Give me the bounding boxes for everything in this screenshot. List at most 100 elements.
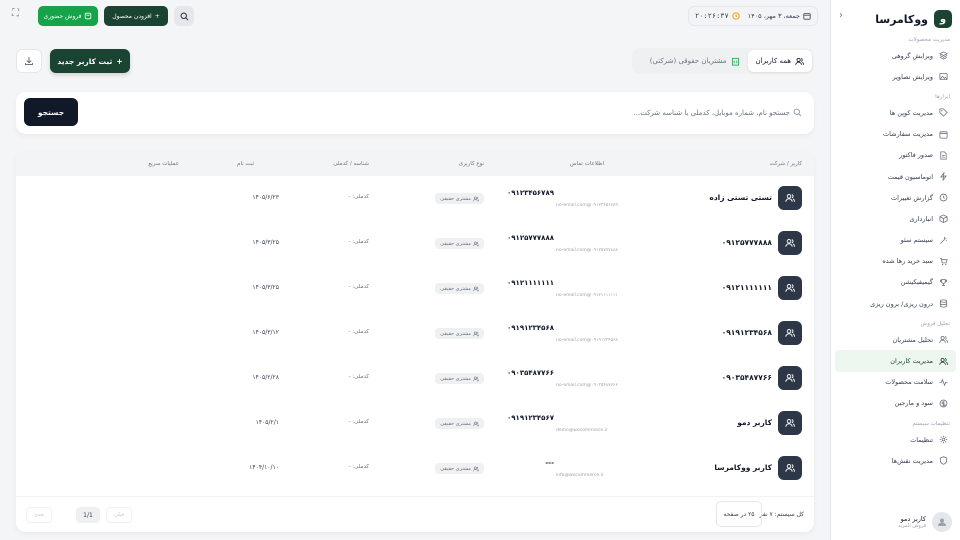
wand-icon	[939, 236, 948, 245]
user-name[interactable]: ۰۹۱۹۱۲۳۴۵۶۸	[722, 328, 772, 337]
sidebar-item[interactable]: صدور فاکتور	[831, 145, 960, 166]
new-user-button[interactable]: + ثبت کاربر جدید	[50, 49, 130, 73]
prev-page-button[interactable]: قبلی	[106, 507, 132, 523]
users-icon	[473, 376, 479, 381]
sidebar-item[interactable]: اتوماسیون قیمت	[831, 166, 960, 187]
user-avatar	[778, 411, 802, 435]
users-icon	[785, 464, 795, 472]
sidebar-item[interactable]: سود و مارجین	[831, 393, 960, 414]
user-email: no-email.com@۰۹۱۲۳۴۵۶۷۸۹	[556, 203, 618, 208]
national-id: کدملی: -	[348, 329, 369, 335]
national-id: کدملی: -	[348, 374, 369, 380]
sidebar-item-label: سود و مارجین	[894, 399, 934, 408]
col-registered: ثبت نام	[237, 161, 254, 167]
user-phone: ۰۹۰۳۵۴۸۷۷۶۶	[507, 369, 554, 377]
user-email: no-email.com@۰۹۱۲۱۱۱۱۱۱۱	[556, 293, 618, 298]
user-avatar	[778, 456, 802, 480]
tab-legal-customers[interactable]: مشتریان حقوقی (شرکتی)	[642, 50, 748, 72]
users-icon	[473, 241, 479, 246]
table-row[interactable]: کاربر ووکامرسا --- info@wocommerce.ir مشتری…	[16, 446, 814, 491]
user-tabs: همه کاربران مشتریان حقوقی (شرکتی)	[632, 48, 814, 74]
brand-name: ووکامرسا	[875, 12, 928, 26]
sidebar-item[interactable]: مدیریت کوپن ها	[831, 102, 960, 123]
users-icon	[473, 331, 479, 336]
sidebar-item-label: مدیریت کوپن ها	[889, 108, 933, 117]
user-avatar	[778, 186, 802, 210]
user-type-badge: مشتری حقیقی	[435, 283, 484, 294]
table-row[interactable]: کاربر دمو ۰۹۱۹۱۲۳۴۵۶۷ demo@wocommerce.ir مش…	[16, 401, 814, 446]
search-input[interactable]	[244, 104, 804, 122]
users-icon	[785, 419, 795, 427]
per-page-select[interactable]: ۲۵ در صفحه	[716, 501, 762, 527]
collapse-chevron-icon[interactable]: ‹	[839, 10, 843, 21]
sidebar-item[interactable]: گیمیفیکیشن	[831, 272, 960, 293]
national-id: کدملی: -	[348, 239, 369, 245]
sidebar-item[interactable]: تحلیل مشتریان	[831, 329, 960, 350]
sidebar-item-label: درون ریزی/ برون ریزی	[870, 299, 933, 308]
table-row[interactable]: ۰۹۰۳۵۴۸۷۷۶۶ ۰۹۰۳۵۴۸۷۷۶۶ no-email.com@۰۹۰۳۵…	[16, 356, 814, 401]
register-date: ۱۴۰۵/۳/۲۵	[252, 284, 279, 291]
register-date: ۱۴۰۵/۳/۱۲	[252, 329, 279, 336]
next-page-button[interactable]: بعدی	[26, 507, 52, 523]
trophy-icon	[939, 278, 948, 287]
sidebar-item[interactable]: انبارداری	[831, 208, 960, 229]
col-actions: عملیات سریع	[148, 161, 179, 167]
users-icon	[785, 374, 795, 382]
nav-group-title: مدیریت محصولات	[908, 37, 951, 43]
sidebar-item[interactable]: مدیریت نقش‌ها	[831, 450, 960, 471]
brand[interactable]: و ووکامرسا	[831, 0, 960, 30]
sidebar-item[interactable]: مدیریت کاربران	[835, 350, 956, 372]
register-date: ۱۴۰۵/۲/۱	[255, 419, 279, 426]
sidebar-item-label: سیستم سئو	[900, 236, 933, 245]
sidebar-item[interactable]: درون ریزی/ برون ریزی	[831, 293, 960, 314]
add-product-button[interactable]: + افزودن محصول	[104, 6, 168, 26]
user-name[interactable]: ۰۹۱۲۱۱۱۱۱۱۱	[722, 283, 772, 292]
calendar-icon	[939, 130, 948, 139]
users-icon	[473, 466, 479, 471]
sidebar-item[interactable]: سلامت محصولات	[831, 372, 960, 393]
col-type: نوع کاربری	[458, 161, 484, 167]
national-id: کدملی: -	[348, 464, 369, 470]
user-name: کاربر دمو	[900, 515, 926, 523]
tab-all-users[interactable]: همه کاربران	[747, 50, 812, 72]
user-phone: ---	[545, 459, 554, 467]
date-text: جمعه، ۳ مهر، ۱۴۰۵	[747, 12, 800, 20]
col-contact: اطلاعات تماس	[569, 161, 604, 167]
date-time-box: جمعه، ۳ مهر، ۱۴۰۵ ۲۰:۲۶:۳۷	[688, 6, 818, 26]
user-phone: ۰۹۱۹۱۲۳۴۵۶۷	[507, 414, 554, 422]
download-button[interactable]	[16, 49, 42, 73]
building-icon	[731, 57, 739, 66]
table-row[interactable]: ۰۹۱۲۱۱۱۱۱۱۱ ۰۹۱۲۱۱۱۱۱۱۱ no-email.com@۰۹۱۲۱…	[16, 266, 814, 311]
table-row[interactable]: تستی تستی زاده ۰۹۱۲۳۴۵۶۷۸۹ no-email.com@۰۹…	[16, 176, 814, 221]
layers-icon	[939, 51, 948, 60]
users-icon	[473, 421, 479, 426]
sidebar-item[interactable]: تنظیمات	[831, 429, 960, 450]
shield-icon	[939, 456, 948, 465]
users-icon	[473, 196, 479, 201]
coins-icon	[939, 399, 948, 408]
sidebar-item[interactable]: مدیریت سفارشات	[831, 124, 960, 145]
user-profile[interactable]: کاربر دمو فروش المزید	[839, 510, 952, 534]
cart-icon	[939, 257, 948, 266]
sidebar-item-label: انبارداری	[909, 214, 933, 223]
fullscreen-icon[interactable]: ⛶	[12, 8, 19, 19]
table-row[interactable]: ۰۹۱۲۵۷۷۷۸۸۸ ۰۹۱۲۵۷۷۷۸۸۸ no-email.com@۰۹۱۲۵…	[16, 221, 814, 266]
sidebar-item[interactable]: گزارش تغییرات	[831, 187, 960, 208]
sidebar-item[interactable]: سبد خرید رها شده	[831, 251, 960, 272]
sidebar-item[interactable]: ویرایش گروهی	[831, 45, 960, 66]
table-row[interactable]: ۰۹۱۹۱۲۳۴۵۶۸ ۰۹۱۹۱۲۳۴۵۶۸ no-email.com@۰۹۱۹۱…	[16, 311, 814, 356]
users-icon	[785, 284, 795, 292]
national-id: کدملی: -	[348, 419, 369, 425]
user-phone: ۰۹۱۲۳۴۵۶۷۸۹	[507, 189, 554, 197]
user-name[interactable]: ۰۹۱۲۵۷۷۷۸۸۸	[722, 238, 772, 247]
pos-button[interactable]: فروش حضوری	[38, 6, 98, 26]
users-icon	[473, 286, 479, 291]
global-search-button[interactable]	[174, 6, 194, 26]
sidebar-item[interactable]: سیستم سئو	[831, 230, 960, 251]
user-name[interactable]: کاربر ووکامرسا	[714, 463, 772, 472]
search-button[interactable]: جستجو	[24, 98, 78, 126]
sidebar-item[interactable]: ویرایش تصاویر	[831, 66, 960, 87]
user-name[interactable]: ۰۹۰۳۵۴۸۷۷۶۶	[722, 373, 772, 382]
user-name[interactable]: کاربر دمو	[737, 418, 772, 427]
user-name[interactable]: تستی تستی زاده	[709, 193, 772, 202]
